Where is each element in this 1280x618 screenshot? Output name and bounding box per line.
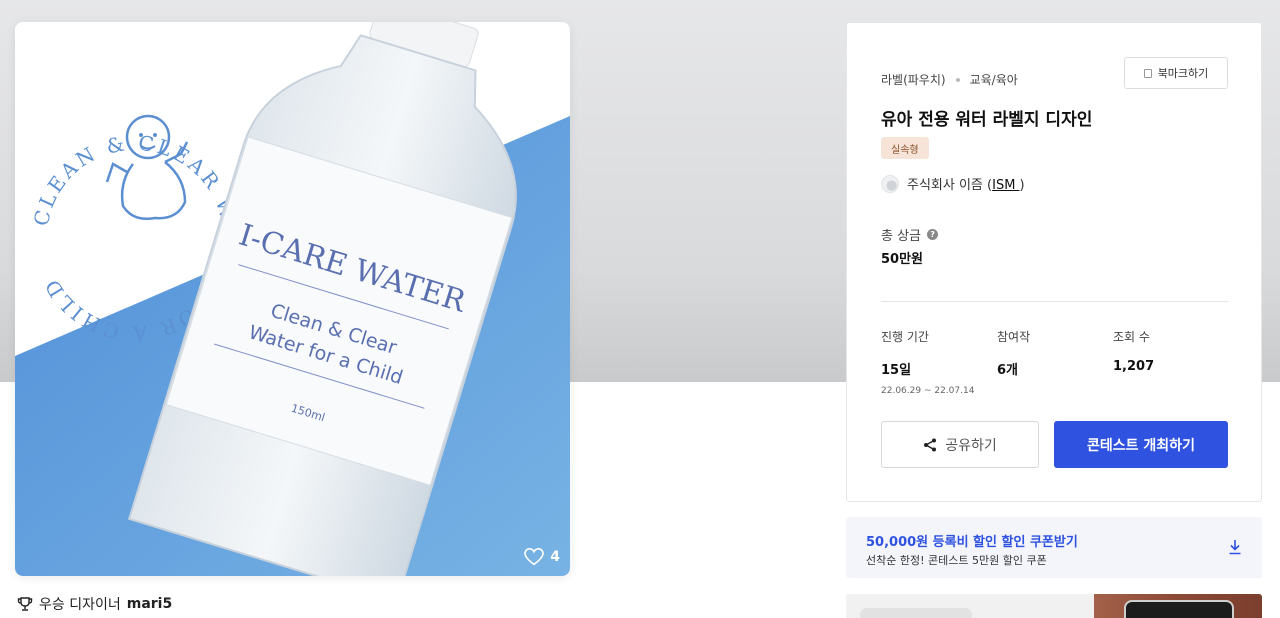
- winner-label: 우승 디자이너: [39, 597, 121, 613]
- stat-value: 15일: [881, 363, 912, 378]
- promo-banner[interactable]: [846, 594, 1262, 618]
- company-info: 주식회사 이즘 (ISM ): [881, 174, 1025, 193]
- company-close: ): [1019, 178, 1025, 193]
- subcategory-label[interactable]: 교육/육아: [970, 71, 1018, 88]
- contest-title: 유아 전용 워터 라벨지 디자인: [881, 110, 1093, 130]
- stat-date-range: 22.06.29 ~ 22.07.14: [881, 386, 975, 396]
- promo-badge: [860, 608, 972, 618]
- stat-label: 조회 수: [1113, 330, 1150, 344]
- stat-views: 조회 수 1,207: [1113, 328, 1154, 374]
- prize-value: 50만원: [881, 252, 924, 267]
- stat-label: 진행 기간: [881, 330, 929, 344]
- phone-image: [1124, 600, 1234, 618]
- bookmark-label: 북마크하기: [1157, 67, 1209, 80]
- share-icon: [924, 438, 937, 451]
- like-button[interactable]: 4: [524, 548, 560, 566]
- bookmark-icon: [1143, 68, 1152, 78]
- product-image[interactable]: CLEAN & CLEAR WATER FOR A CHILD I-CARE W…: [15, 22, 570, 576]
- share-button[interactable]: 공유하기: [881, 421, 1039, 468]
- stat-label: 참여작: [997, 330, 1031, 344]
- heart-icon: [524, 548, 545, 566]
- bookmark-button[interactable]: 북마크하기: [1124, 57, 1228, 89]
- winner-name[interactable]: mari5: [127, 596, 172, 612]
- stat-value: 1,207: [1113, 359, 1155, 374]
- share-label: 공유하기: [945, 437, 997, 454]
- download-icon[interactable]: [1228, 539, 1242, 555]
- company-link[interactable]: ISM: [992, 178, 1019, 193]
- coupon-title: 50,000원 등록비 할인 할인 쿠폰받기: [866, 535, 1078, 550]
- category-label[interactable]: 라벨(파우치): [881, 71, 946, 88]
- prize-label: 총 상금 ?: [881, 225, 939, 244]
- company-logo-icon: [881, 174, 899, 193]
- company-name: 주식회사 이즘 (: [907, 178, 993, 193]
- coupon-banner[interactable]: 50,000원 등록비 할인 할인 쿠폰받기 선착순 한정! 콘테스트 5만원 …: [846, 517, 1262, 578]
- stat-value: 6개: [997, 363, 1019, 378]
- help-icon[interactable]: ?: [927, 229, 939, 240]
- category-breadcrumb: 라벨(파우치) 교육/육아: [881, 71, 1018, 88]
- winner-info: 우승 디자이너 mari5: [17, 594, 172, 614]
- host-contest-button[interactable]: 콘테스트 개최하기: [1054, 421, 1228, 468]
- stat-duration: 진행 기간 15일 22.06.29 ~ 22.07.14: [881, 328, 974, 396]
- like-count: 4: [550, 549, 560, 565]
- stat-entries: 참여작 6개: [997, 328, 1030, 378]
- separator-dot: [955, 77, 960, 82]
- prize-label-text: 총 상금: [881, 229, 922, 244]
- coupon-subtitle: 선착순 한정! 콘테스트 5만원 할인 쿠폰: [866, 554, 1047, 567]
- contest-type-badge: 실속형: [881, 137, 929, 159]
- water-bottle-illustration: CLEAN & CLEAR WATER FOR A CHILD I-CARE W…: [15, 22, 570, 576]
- divider: [881, 301, 1228, 302]
- contest-info-panel: 라벨(파우치) 교육/육아 북마크하기 유아 전용 워터 라벨지 디자인 실속형…: [846, 22, 1262, 502]
- trophy-icon: [17, 597, 33, 611]
